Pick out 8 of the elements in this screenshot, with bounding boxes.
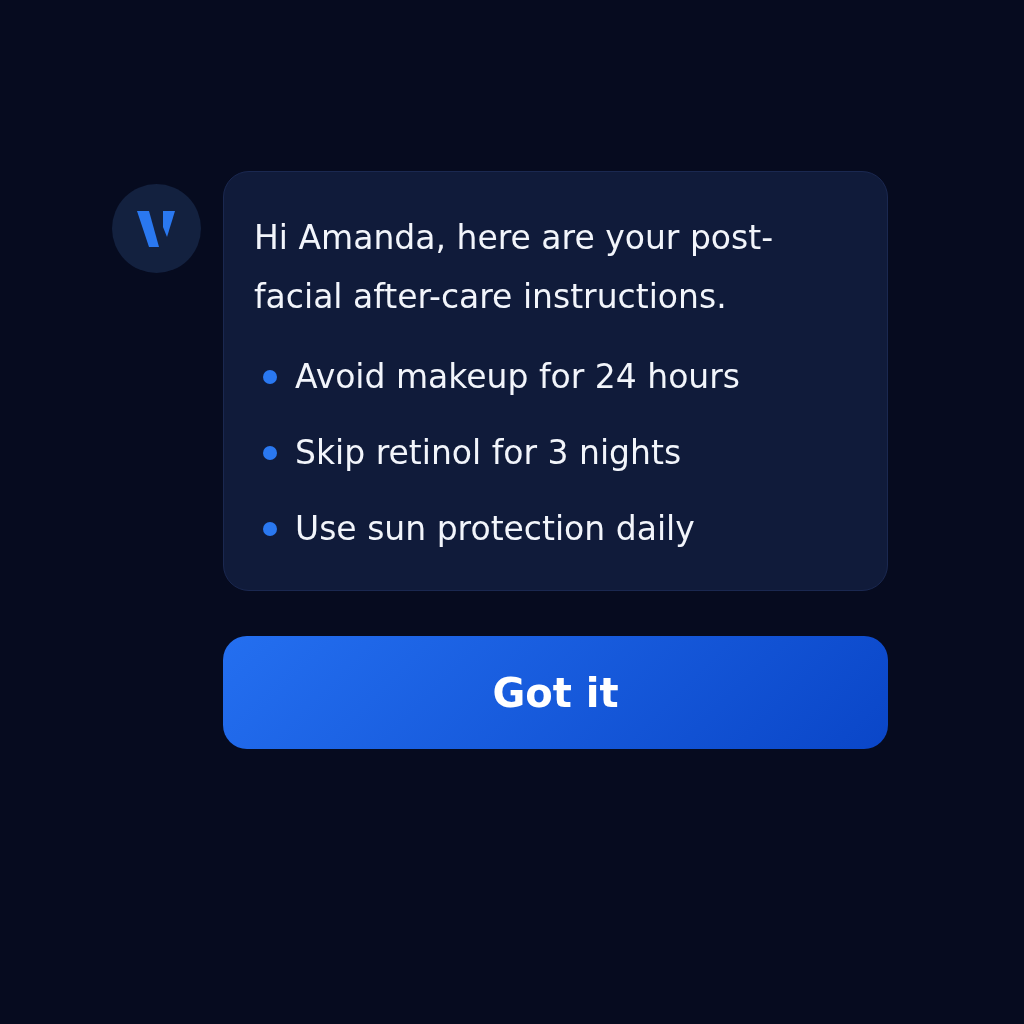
instruction-text: Avoid makeup for 24 hours: [295, 356, 741, 398]
instruction-text: Use sun protection daily: [295, 508, 695, 550]
bullet-icon: [263, 370, 277, 384]
bullet-icon: [263, 522, 277, 536]
message-text: Hi Amanda, here are your post-facial after-care instructions.: [254, 217, 775, 318]
bullet-icon: [263, 446, 277, 460]
instruction-text: Skip retinol for 3 nights: [295, 432, 682, 474]
got-it-button[interactable]: Got it: [223, 636, 888, 749]
